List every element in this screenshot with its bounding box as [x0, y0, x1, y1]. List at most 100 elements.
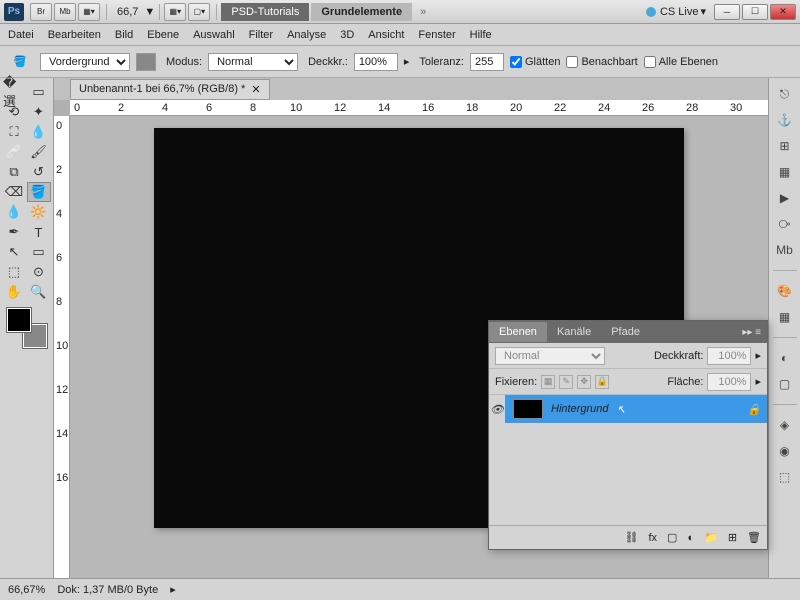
panel-icon[interactable]: ⊞	[774, 136, 796, 156]
tab-ebenen[interactable]: Ebenen	[489, 322, 547, 342]
layer-group-icon[interactable]: 📁	[704, 531, 718, 544]
eyedropper-tool[interactable]: 💧	[27, 122, 51, 142]
lasso-tool[interactable]: ⟲	[2, 102, 26, 122]
menu-bearbeiten[interactable]: Bearbeiten	[48, 29, 101, 41]
fill-value[interactable]	[707, 373, 751, 391]
document-tab[interactable]: Unbenannt-1 bei 66,7% (RGB/8) *✕	[70, 79, 270, 100]
menu-hilfe[interactable]: Hilfe	[470, 29, 492, 41]
adjustment-layer-icon[interactable]: ◐	[687, 532, 694, 544]
marquee-tool[interactable]: ▭	[27, 82, 51, 102]
opacity-input[interactable]	[354, 53, 398, 71]
crop-tool[interactable]: ⛶	[2, 122, 26, 142]
menu-bild[interactable]: Bild	[115, 29, 133, 41]
all-layers-checkbox[interactable]: Alle Ebenen	[644, 56, 718, 68]
menu-ebene[interactable]: Ebene	[147, 29, 179, 41]
menu-auswahl[interactable]: Auswahl	[193, 29, 235, 41]
close-tab-icon[interactable]: ✕	[251, 83, 260, 96]
lock-pixels-icon[interactable]: ▦	[541, 375, 555, 389]
current-tool-icon[interactable]: 🪣	[6, 51, 34, 73]
pattern-swatch[interactable]	[136, 53, 156, 71]
menu-filter[interactable]: Filter	[249, 29, 273, 41]
menu-analyse[interactable]: Analyse	[287, 29, 326, 41]
zoom-tool[interactable]: 🔍	[27, 282, 51, 302]
menu-fenster[interactable]: Fenster	[418, 29, 455, 41]
zoom-level[interactable]: 66,7	[111, 6, 144, 18]
fill-source-select[interactable]: Vordergrund	[40, 53, 130, 71]
lock-move-icon[interactable]: ✥	[577, 375, 591, 389]
dodge-tool[interactable]: 🔆	[27, 202, 51, 222]
panel-icon[interactable]: ▦	[774, 162, 796, 182]
delete-layer-icon[interactable]: 🗑	[747, 531, 761, 544]
color-panel-icon[interactable]: 🎨	[774, 281, 796, 301]
masks-panel-icon[interactable]: ▢	[774, 374, 796, 394]
eraser-tool[interactable]: ⌫	[2, 182, 26, 202]
cs-live[interactable]: CS Live ▾	[646, 5, 706, 18]
opacity-value[interactable]	[707, 347, 751, 365]
link-layers-icon[interactable]: ⛓	[625, 531, 639, 544]
ruler-horizontal[interactable]: 024681012141618202224262830	[70, 100, 768, 116]
stamp-tool[interactable]: ⧉	[2, 162, 26, 182]
blend-mode-select[interactable]: Normal	[495, 347, 605, 365]
history-brush-tool[interactable]: ↺	[27, 162, 51, 182]
panel-icon[interactable]: ▶	[774, 188, 796, 208]
color-picker[interactable]	[7, 308, 47, 348]
adjustments-panel-icon[interactable]: ◐	[774, 348, 796, 368]
path-select-tool[interactable]: ↖	[2, 242, 26, 262]
panel-icon[interactable]: ⧂	[774, 214, 796, 234]
tab-kanaele[interactable]: Kanäle	[547, 322, 601, 342]
channels-panel-icon[interactable]: ◉	[774, 441, 796, 461]
contiguous-checkbox[interactable]: Benachbart	[566, 56, 637, 68]
paths-panel-icon[interactable]: ⬚	[774, 467, 796, 487]
workspace-psd-tutorials[interactable]: PSD-Tutorials	[221, 3, 309, 21]
status-doc-info[interactable]: Dok: 1,37 MB/0 Byte	[57, 584, 158, 596]
antialias-checkbox[interactable]: Glätten	[510, 56, 560, 68]
status-arrow-icon[interactable]: ▸	[170, 583, 176, 596]
close-button[interactable]: ✕	[770, 4, 796, 20]
status-zoom[interactable]: 66,67%	[8, 584, 45, 596]
menu-datei[interactable]: Datei	[8, 29, 34, 41]
hand-tool[interactable]: ✋	[2, 282, 26, 302]
panel-icon[interactable]: ⎋	[774, 84, 796, 104]
lock-brush-icon[interactable]: ✎	[559, 375, 573, 389]
ruler-vertical[interactable]: 0246810121416	[54, 116, 70, 578]
foreground-color[interactable]	[7, 308, 31, 332]
brush-tool[interactable]: 🖌	[27, 142, 51, 162]
layer-fx-icon[interactable]: fx	[648, 532, 657, 544]
workspace-more-icon[interactable]: »	[420, 6, 426, 18]
swatches-panel-icon[interactable]: ▦	[774, 307, 796, 327]
minimize-button[interactable]: ─	[714, 4, 740, 20]
layer-row[interactable]: 👁 Hintergrund ↖ 🔒	[489, 395, 767, 423]
blur-tool[interactable]: 💧	[2, 202, 26, 222]
magic-wand-tool[interactable]: ✦	[27, 102, 51, 122]
layer-mask-icon[interactable]: ▢	[667, 531, 677, 544]
visibility-toggle-icon[interactable]: 👁	[489, 395, 505, 423]
minibridge-button[interactable]: Mb	[54, 3, 76, 21]
new-layer-icon[interactable]: ⊞	[728, 531, 737, 544]
panel-icon[interactable]: Mb	[774, 240, 796, 260]
menu-3d[interactable]: 3D	[340, 29, 354, 41]
lock-all-icon[interactable]: 🔒	[595, 375, 609, 389]
tolerance-input[interactable]	[470, 53, 504, 71]
arrange-docs-button[interactable]: ▦▾	[164, 3, 186, 21]
type-tool[interactable]: T	[27, 222, 51, 242]
layers-panel-icon[interactable]: ◈	[774, 415, 796, 435]
shape-tool[interactable]: ▭	[27, 242, 51, 262]
panel-icon[interactable]: ⚓	[774, 110, 796, 130]
healing-tool[interactable]: 🩹	[2, 142, 26, 162]
layer-name[interactable]: Hintergrund	[551, 403, 608, 415]
zoom-dropdown-icon[interactable]: ▼	[144, 6, 155, 18]
bridge-button[interactable]: Br	[30, 3, 52, 21]
mode-select[interactable]: Normal	[208, 53, 298, 71]
view-extras-button[interactable]: ▦▾	[78, 3, 100, 21]
layer-thumbnail[interactable]	[513, 399, 543, 419]
menu-ansicht[interactable]: Ansicht	[368, 29, 404, 41]
paint-bucket-tool[interactable]: 🪣	[27, 182, 51, 202]
panel-menu-icon[interactable]: ▸▸ ≡	[736, 327, 767, 338]
move-tool[interactable]: �選	[2, 82, 26, 102]
screen-mode-button[interactable]: ▢▾	[188, 3, 210, 21]
tab-pfade[interactable]: Pfade	[601, 322, 650, 342]
3d-camera-tool[interactable]: ⊙	[27, 262, 51, 282]
3d-tool[interactable]: ⬚	[2, 262, 26, 282]
workspace-grundelemente[interactable]: Grundelemente	[311, 3, 412, 21]
maximize-button[interactable]: ☐	[742, 4, 768, 20]
